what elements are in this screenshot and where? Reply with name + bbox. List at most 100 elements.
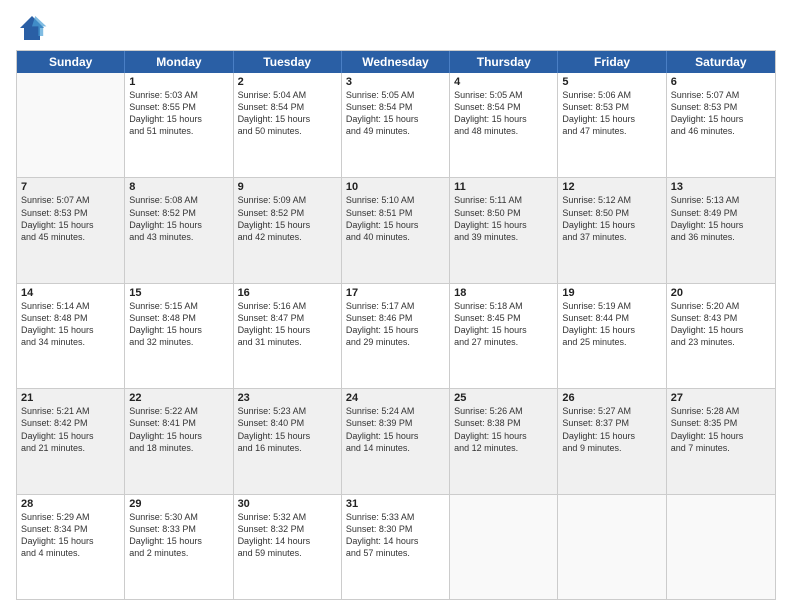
cell-info: Sunrise: 5:10 AM Sunset: 8:51 PM Dayligh… (346, 194, 445, 243)
calendar-cell: 24Sunrise: 5:24 AM Sunset: 8:39 PM Dayli… (342, 389, 450, 493)
cell-info: Sunrise: 5:30 AM Sunset: 8:33 PM Dayligh… (129, 511, 228, 560)
calendar-cell: 6Sunrise: 5:07 AM Sunset: 8:53 PM Daylig… (667, 73, 775, 177)
calendar-row: 7Sunrise: 5:07 AM Sunset: 8:53 PM Daylig… (17, 178, 775, 283)
logo (16, 12, 52, 44)
day-number: 7 (21, 181, 120, 193)
calendar-row: 28Sunrise: 5:29 AM Sunset: 8:34 PM Dayli… (17, 495, 775, 599)
calendar-cell: 2Sunrise: 5:04 AM Sunset: 8:54 PM Daylig… (234, 73, 342, 177)
cell-info: Sunrise: 5:29 AM Sunset: 8:34 PM Dayligh… (21, 511, 120, 560)
calendar-cell: 27Sunrise: 5:28 AM Sunset: 8:35 PM Dayli… (667, 389, 775, 493)
calendar-cell (17, 73, 125, 177)
cell-info: Sunrise: 5:11 AM Sunset: 8:50 PM Dayligh… (454, 194, 553, 243)
calendar-row: 14Sunrise: 5:14 AM Sunset: 8:48 PM Dayli… (17, 284, 775, 389)
weekday-header: Thursday (450, 51, 558, 73)
calendar-cell: 7Sunrise: 5:07 AM Sunset: 8:53 PM Daylig… (17, 178, 125, 282)
page: SundayMondayTuesdayWednesdayThursdayFrid… (0, 0, 792, 612)
calendar-cell: 31Sunrise: 5:33 AM Sunset: 8:30 PM Dayli… (342, 495, 450, 599)
calendar-body: 1Sunrise: 5:03 AM Sunset: 8:55 PM Daylig… (17, 73, 775, 599)
day-number: 6 (671, 76, 771, 88)
day-number: 9 (238, 181, 337, 193)
cell-info: Sunrise: 5:15 AM Sunset: 8:48 PM Dayligh… (129, 300, 228, 349)
day-number: 22 (129, 392, 228, 404)
day-number: 29 (129, 498, 228, 510)
day-number: 31 (346, 498, 445, 510)
cell-info: Sunrise: 5:05 AM Sunset: 8:54 PM Dayligh… (346, 89, 445, 138)
day-number: 14 (21, 287, 120, 299)
calendar-cell: 21Sunrise: 5:21 AM Sunset: 8:42 PM Dayli… (17, 389, 125, 493)
calendar-cell: 25Sunrise: 5:26 AM Sunset: 8:38 PM Dayli… (450, 389, 558, 493)
day-number: 4 (454, 76, 553, 88)
calendar-cell: 22Sunrise: 5:22 AM Sunset: 8:41 PM Dayli… (125, 389, 233, 493)
calendar-cell: 30Sunrise: 5:32 AM Sunset: 8:32 PM Dayli… (234, 495, 342, 599)
cell-info: Sunrise: 5:28 AM Sunset: 8:35 PM Dayligh… (671, 405, 771, 454)
cell-info: Sunrise: 5:03 AM Sunset: 8:55 PM Dayligh… (129, 89, 228, 138)
cell-info: Sunrise: 5:21 AM Sunset: 8:42 PM Dayligh… (21, 405, 120, 454)
header (16, 12, 776, 44)
day-number: 13 (671, 181, 771, 193)
cell-info: Sunrise: 5:22 AM Sunset: 8:41 PM Dayligh… (129, 405, 228, 454)
cell-info: Sunrise: 5:14 AM Sunset: 8:48 PM Dayligh… (21, 300, 120, 349)
day-number: 28 (21, 498, 120, 510)
calendar-cell: 14Sunrise: 5:14 AM Sunset: 8:48 PM Dayli… (17, 284, 125, 388)
calendar-cell: 9Sunrise: 5:09 AM Sunset: 8:52 PM Daylig… (234, 178, 342, 282)
logo-icon (16, 12, 48, 44)
calendar-cell: 26Sunrise: 5:27 AM Sunset: 8:37 PM Dayli… (558, 389, 666, 493)
weekday-header: Wednesday (342, 51, 450, 73)
calendar-cell: 4Sunrise: 5:05 AM Sunset: 8:54 PM Daylig… (450, 73, 558, 177)
cell-info: Sunrise: 5:24 AM Sunset: 8:39 PM Dayligh… (346, 405, 445, 454)
calendar: SundayMondayTuesdayWednesdayThursdayFrid… (16, 50, 776, 600)
calendar-cell: 5Sunrise: 5:06 AM Sunset: 8:53 PM Daylig… (558, 73, 666, 177)
day-number: 19 (562, 287, 661, 299)
day-number: 27 (671, 392, 771, 404)
calendar-cell: 11Sunrise: 5:11 AM Sunset: 8:50 PM Dayli… (450, 178, 558, 282)
cell-info: Sunrise: 5:26 AM Sunset: 8:38 PM Dayligh… (454, 405, 553, 454)
cell-info: Sunrise: 5:19 AM Sunset: 8:44 PM Dayligh… (562, 300, 661, 349)
calendar-cell: 23Sunrise: 5:23 AM Sunset: 8:40 PM Dayli… (234, 389, 342, 493)
calendar-cell (667, 495, 775, 599)
cell-info: Sunrise: 5:05 AM Sunset: 8:54 PM Dayligh… (454, 89, 553, 138)
calendar-cell: 18Sunrise: 5:18 AM Sunset: 8:45 PM Dayli… (450, 284, 558, 388)
cell-info: Sunrise: 5:27 AM Sunset: 8:37 PM Dayligh… (562, 405, 661, 454)
day-number: 23 (238, 392, 337, 404)
cell-info: Sunrise: 5:08 AM Sunset: 8:52 PM Dayligh… (129, 194, 228, 243)
day-number: 10 (346, 181, 445, 193)
day-number: 8 (129, 181, 228, 193)
cell-info: Sunrise: 5:09 AM Sunset: 8:52 PM Dayligh… (238, 194, 337, 243)
weekday-header: Saturday (667, 51, 775, 73)
day-number: 18 (454, 287, 553, 299)
cell-info: Sunrise: 5:12 AM Sunset: 8:50 PM Dayligh… (562, 194, 661, 243)
calendar-cell: 17Sunrise: 5:17 AM Sunset: 8:46 PM Dayli… (342, 284, 450, 388)
calendar-cell (558, 495, 666, 599)
calendar-cell: 10Sunrise: 5:10 AM Sunset: 8:51 PM Dayli… (342, 178, 450, 282)
calendar-cell: 3Sunrise: 5:05 AM Sunset: 8:54 PM Daylig… (342, 73, 450, 177)
calendar-cell: 29Sunrise: 5:30 AM Sunset: 8:33 PM Dayli… (125, 495, 233, 599)
calendar-cell: 16Sunrise: 5:16 AM Sunset: 8:47 PM Dayli… (234, 284, 342, 388)
cell-info: Sunrise: 5:06 AM Sunset: 8:53 PM Dayligh… (562, 89, 661, 138)
calendar-cell: 15Sunrise: 5:15 AM Sunset: 8:48 PM Dayli… (125, 284, 233, 388)
day-number: 15 (129, 287, 228, 299)
weekday-header: Monday (125, 51, 233, 73)
cell-info: Sunrise: 5:20 AM Sunset: 8:43 PM Dayligh… (671, 300, 771, 349)
calendar-cell: 8Sunrise: 5:08 AM Sunset: 8:52 PM Daylig… (125, 178, 233, 282)
calendar-header: SundayMondayTuesdayWednesdayThursdayFrid… (17, 51, 775, 73)
day-number: 16 (238, 287, 337, 299)
calendar-cell (450, 495, 558, 599)
day-number: 3 (346, 76, 445, 88)
cell-info: Sunrise: 5:32 AM Sunset: 8:32 PM Dayligh… (238, 511, 337, 560)
cell-info: Sunrise: 5:17 AM Sunset: 8:46 PM Dayligh… (346, 300, 445, 349)
cell-info: Sunrise: 5:07 AM Sunset: 8:53 PM Dayligh… (671, 89, 771, 138)
cell-info: Sunrise: 5:07 AM Sunset: 8:53 PM Dayligh… (21, 194, 120, 243)
cell-info: Sunrise: 5:13 AM Sunset: 8:49 PM Dayligh… (671, 194, 771, 243)
cell-info: Sunrise: 5:18 AM Sunset: 8:45 PM Dayligh… (454, 300, 553, 349)
weekday-header: Friday (558, 51, 666, 73)
day-number: 24 (346, 392, 445, 404)
day-number: 1 (129, 76, 228, 88)
calendar-row: 21Sunrise: 5:21 AM Sunset: 8:42 PM Dayli… (17, 389, 775, 494)
cell-info: Sunrise: 5:04 AM Sunset: 8:54 PM Dayligh… (238, 89, 337, 138)
cell-info: Sunrise: 5:23 AM Sunset: 8:40 PM Dayligh… (238, 405, 337, 454)
calendar-cell: 1Sunrise: 5:03 AM Sunset: 8:55 PM Daylig… (125, 73, 233, 177)
calendar-cell: 20Sunrise: 5:20 AM Sunset: 8:43 PM Dayli… (667, 284, 775, 388)
day-number: 26 (562, 392, 661, 404)
calendar-row: 1Sunrise: 5:03 AM Sunset: 8:55 PM Daylig… (17, 73, 775, 178)
calendar-cell: 19Sunrise: 5:19 AM Sunset: 8:44 PM Dayli… (558, 284, 666, 388)
